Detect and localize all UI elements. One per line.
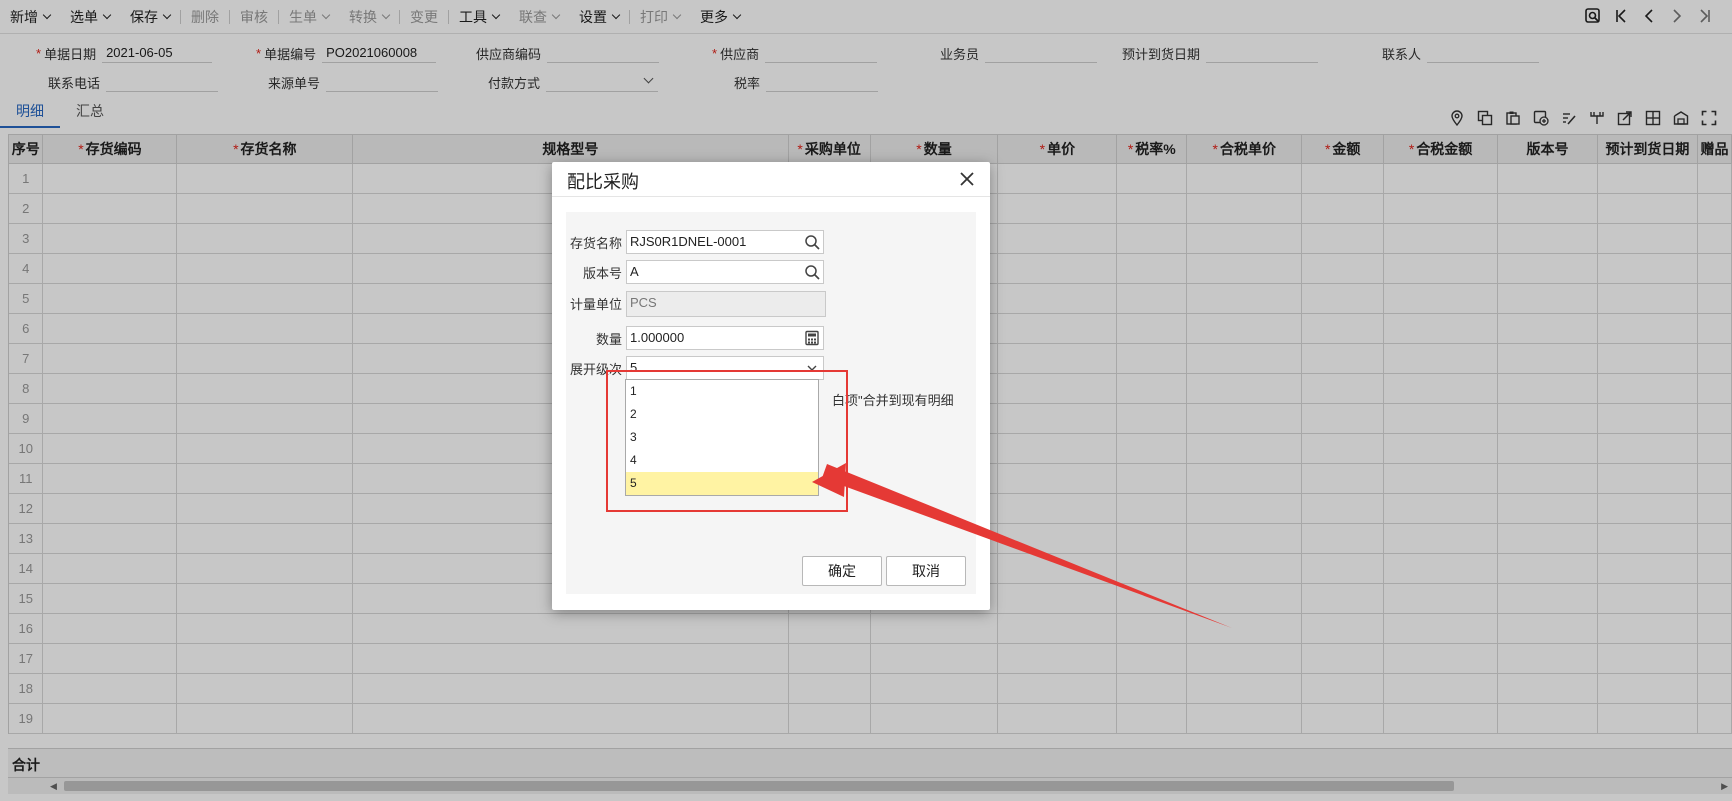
annotation-arrow (812, 463, 1232, 628)
